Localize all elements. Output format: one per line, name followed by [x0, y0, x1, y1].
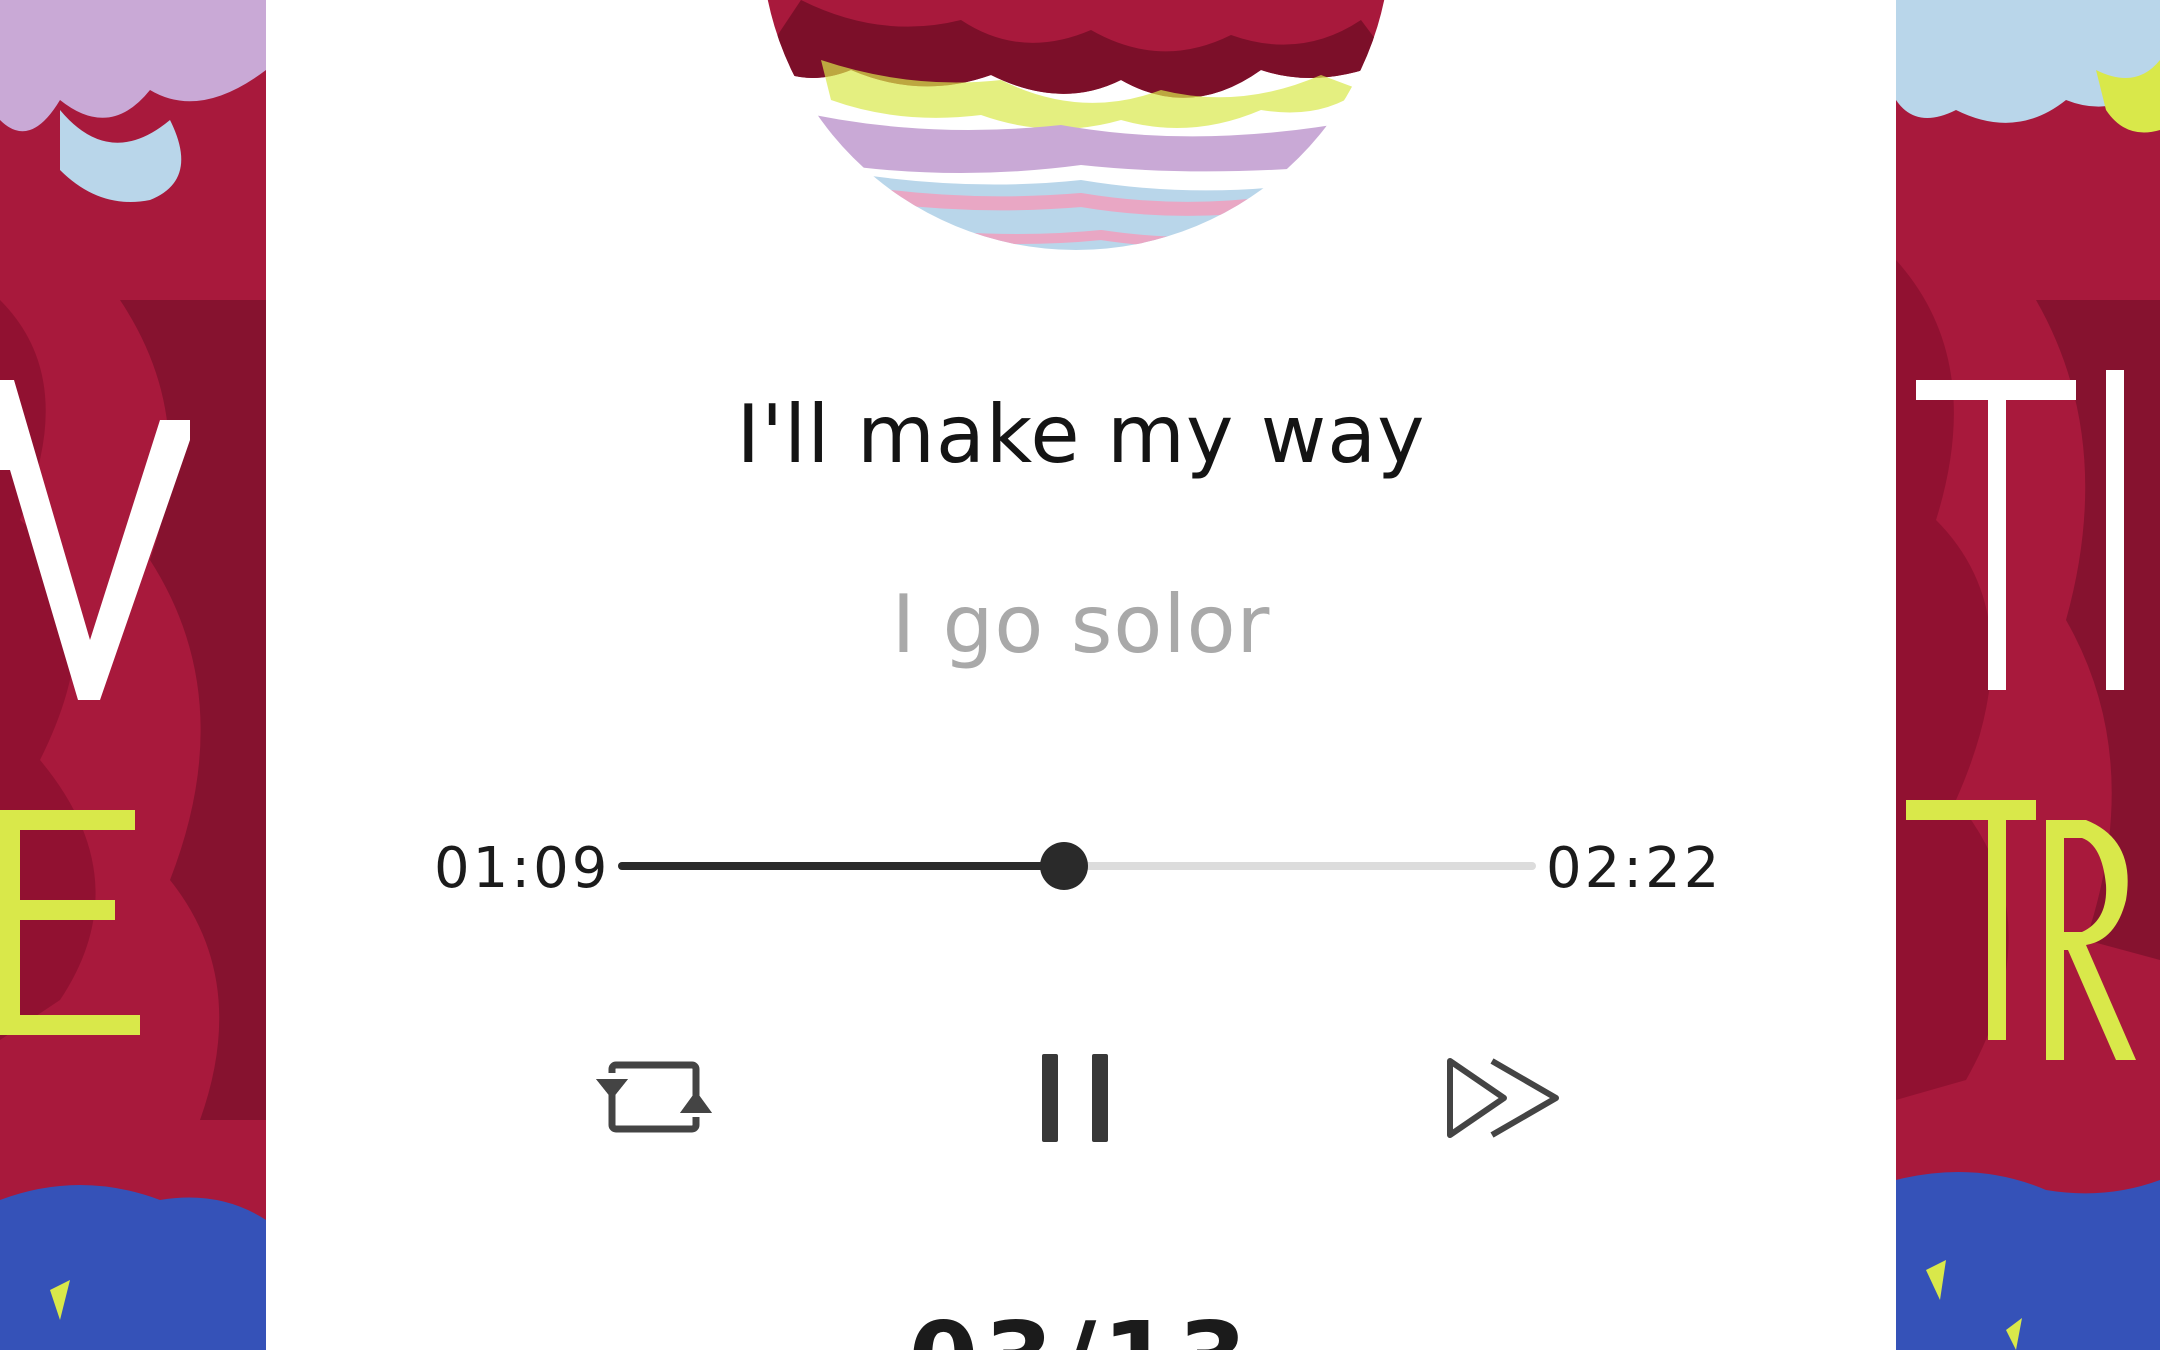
repeat-button[interactable] [584, 1040, 724, 1160]
fast-forward-button[interactable] [1434, 1040, 1574, 1160]
album-art-background-left [0, 0, 266, 1350]
pause-button[interactable] [1008, 1040, 1148, 1160]
next-lyric-line: I go solor [891, 578, 1271, 671]
current-lyric-line: I'll make my way [736, 388, 1426, 481]
album-art-background-right [1896, 0, 2160, 1350]
total-time: 02:22 [1546, 836, 1723, 901]
progress-fill [618, 862, 1065, 870]
repeat-icon [594, 1053, 714, 1147]
player-card: I'll make my way I go solor 01:09 02:22 [266, 0, 1896, 1350]
pause-icon [1038, 1048, 1118, 1152]
progress-bar[interactable] [618, 842, 1536, 890]
fast-forward-icon [1444, 1053, 1564, 1147]
track-counter: 03/13 [266, 1300, 1896, 1350]
album-cover [761, 0, 1391, 250]
elapsed-time: 01:09 [434, 836, 611, 901]
progress-thumb[interactable] [1040, 842, 1089, 890]
player-screen: I'll make my way I go solor 01:09 02:22 [0, 0, 2160, 1350]
